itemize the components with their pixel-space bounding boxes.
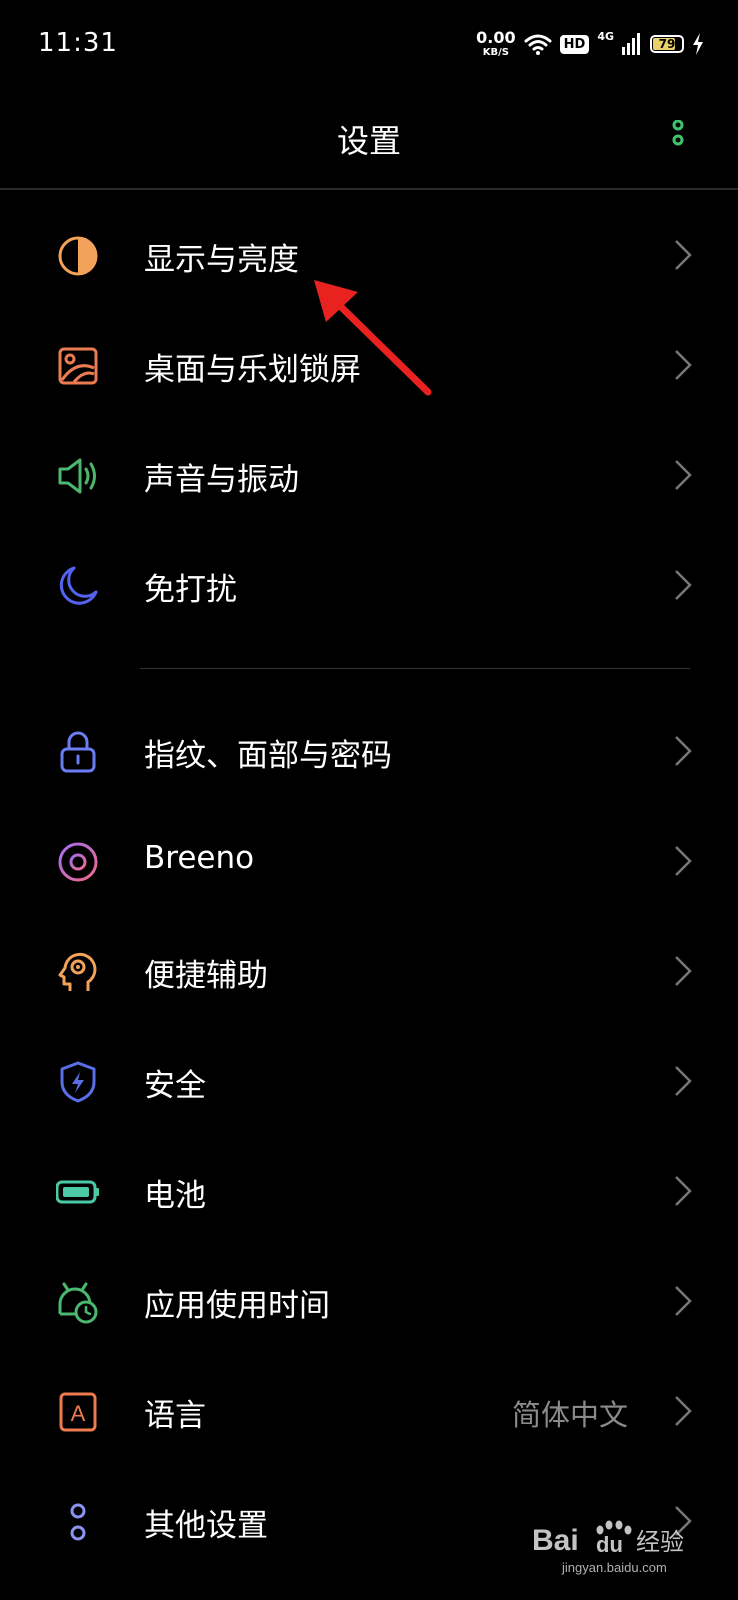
divider [140,668,690,669]
chevron-right-icon [675,846,692,876]
settings-item-security[interactable]: 安全 [0,1026,738,1136]
signal-icon [622,33,640,55]
shield-icon [60,1061,96,1103]
chevron-right-icon [675,350,692,380]
chevron-right-icon [675,1176,692,1206]
battery-icon [56,1180,99,1204]
wifi-icon [524,34,552,55]
status-bar: 11:31 0.00 KB/S HD 4G 79 [0,0,738,90]
chevron-right-icon [675,956,692,986]
watermark-suffix: 经验 [636,1528,684,1556]
settings-item-label: 显示与亮度 [144,242,299,278]
status-icons: 0.00 KB/S HD 4G 79 [476,26,704,62]
charging-bolt-icon [693,33,703,55]
language-current-value: 简体中文 [511,1398,628,1432]
chevron-right-icon [675,1286,692,1316]
baidu-jingyan-watermark: Bai du 经验 jingyan.baidu.com [532,1520,684,1575]
settings-item-app-usage-time[interactable]: 应用使用时间 [0,1246,738,1356]
more-vertical-icon[interactable] [666,120,690,154]
chevron-right-icon [675,1396,692,1426]
speaker-icon [58,458,96,494]
moon-icon [59,566,98,605]
group-separator [0,640,738,696]
more-settings-icon [70,1503,86,1541]
chevron-right-icon [675,1066,692,1096]
chevron-right-icon [675,736,692,766]
battery-percent: 79 [658,37,676,51]
settings-item-fingerprint-face-password[interactable]: 指纹、面部与密码 [0,696,738,806]
settings-item-language[interactable]: A 语言 简体中文 [0,1356,738,1466]
lock-icon [60,731,96,773]
settings-screen: 11:31 0.00 KB/S HD 4G 79 设置 显示与亮度 桌面与乐划锁… [0,0,738,1600]
settings-item-label: 电池 [144,1178,206,1214]
settings-item-label: 其他设置 [144,1508,268,1544]
head-assist-icon [58,952,97,991]
settings-item-label: 声音与振动 [144,462,299,498]
settings-item-label: 便捷辅助 [144,958,268,994]
settings-item-label: 应用使用时间 [144,1288,330,1324]
display-brightness-icon [58,236,98,276]
settings-item-battery[interactable]: 电池 [0,1136,738,1246]
settings-item-label: Breeno [144,840,255,876]
settings-item-label: 指纹、面部与密码 [144,738,392,774]
app-usage-time-icon [58,1282,98,1324]
chevron-right-icon [675,240,692,270]
settings-item-do-not-disturb[interactable]: 免打扰 [0,530,738,640]
watermark-brand-2: du [596,1532,623,1557]
watermark-brand: Bai [532,1524,579,1557]
network-speed: 0.00 KB/S [476,30,515,58]
hd-badge: HD [559,34,590,54]
settings-item-breeno[interactable]: Breeno [0,806,738,916]
settings-item-label: 免打扰 [144,572,237,608]
network-type-label: 4G [597,29,614,43]
watermark-url: jingyan.baidu.com [561,1560,667,1575]
settings-item-label: 语言 [144,1398,206,1434]
network-speed-unit: KB/S [482,47,510,58]
breeno-icon [58,842,98,882]
chevron-right-icon [675,460,692,490]
battery-indicator: 79 [650,35,684,53]
page-title: 设置 [336,122,401,160]
status-time: 11:31 [38,28,118,58]
wallpaper-icon [58,347,98,385]
language-icon-letter: A [71,1401,86,1426]
app-header: 设置 [0,90,738,190]
settings-item-sound-vibration[interactable]: 声音与振动 [0,420,738,530]
annotation-arrow [314,280,432,396]
language-icon: A [59,1392,97,1432]
network-speed-value: 0.00 [476,28,516,47]
chevron-right-icon [675,570,692,600]
settings-item-accessibility[interactable]: 便捷辅助 [0,916,738,1026]
settings-item-label: 安全 [144,1068,206,1104]
